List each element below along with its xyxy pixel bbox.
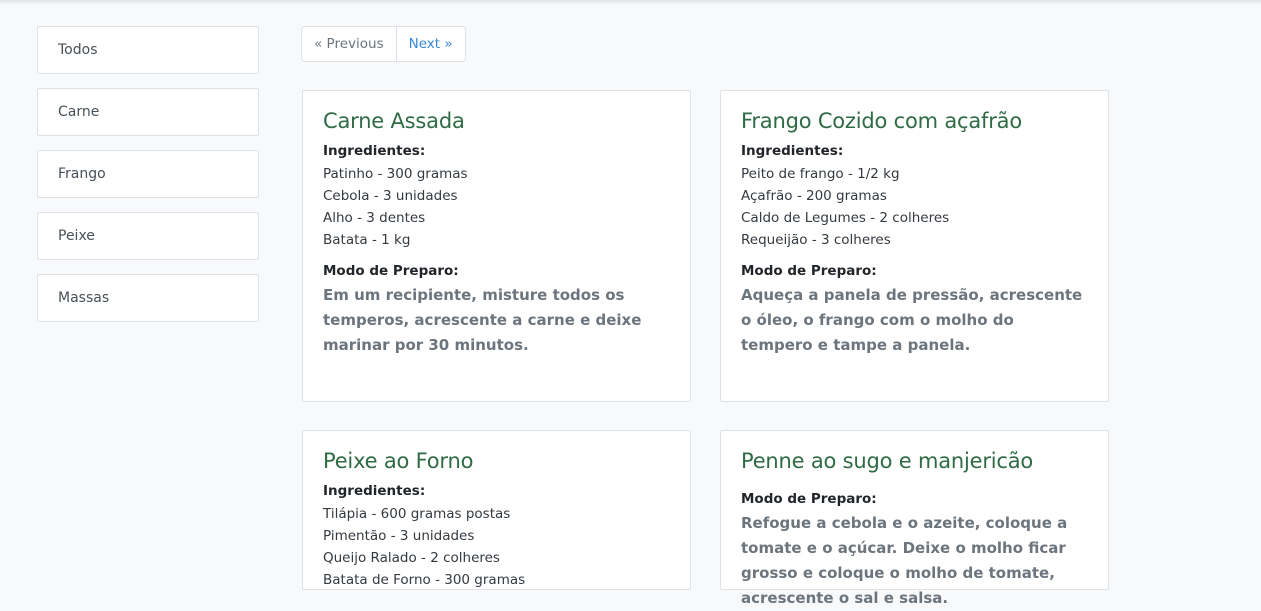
preparation-label: Modo de Preparo: (323, 263, 459, 279)
category-frango[interactable]: Frango (37, 150, 259, 198)
recipe-card: Penne ao sugo e manjericão Modo de Prepa… (720, 430, 1109, 607)
category-sidebar: Todos Carne Frango Peixe Massas (37, 26, 259, 336)
category-carne[interactable]: Carne (37, 88, 259, 136)
ingredient-item: Requeijão - 3 colheres (741, 232, 891, 248)
preparation-text: Aqueça a panela de pressão, acrescente o… (741, 286, 1083, 354)
ingredients-list: Peito de frango - 1/2 kg Açafrão - 200 g… (741, 163, 1088, 251)
recipe-title: Carne Assada (323, 109, 465, 133)
ingredients-label: Ingredientes: (741, 143, 844, 159)
category-massas[interactable]: Massas (37, 274, 259, 322)
recipe-title: Peixe ao Forno (323, 449, 474, 473)
preparation-text: Refogue a cebola e o azeite, coloque a t… (741, 514, 1068, 607)
recipe-card: Carne Assada Ingredientes: Patinho - 300… (302, 90, 691, 402)
ingredient-item: Açafrão - 200 gramas (741, 188, 887, 204)
ingredient-item: Queijo Ralado - 2 colheres (323, 550, 500, 566)
ingredients-list: Patinho - 300 gramas Cebola - 3 unidades… (323, 163, 670, 251)
ingredient-item: Tilápia - 600 gramas postas (323, 506, 511, 522)
ingredient-item: Batata - 1 kg (323, 232, 411, 248)
category-todos[interactable]: Todos (37, 26, 259, 74)
previous-page-button[interactable]: « Previous (302, 27, 397, 61)
ingredient-item: Patinho - 300 gramas (323, 166, 468, 182)
recipe-card: Peixe ao Forno Ingredientes: Tilápia - 6… (302, 430, 691, 590)
preparation-text: Em um recipiente, misture todos os tempe… (323, 286, 642, 354)
ingredient-item: Peito de frango - 1/2 kg (741, 166, 900, 182)
ingredient-item: Pimentão - 3 unidades (323, 528, 475, 544)
ingredients-label: Ingredientes: (323, 483, 426, 499)
ingredient-item: Cebola - 3 unidades (323, 188, 458, 204)
ingredient-item: Alho - 3 dentes (323, 210, 426, 226)
ingredient-item: Batata de Forno - 300 gramas (323, 572, 526, 588)
recipe-card: Frango Cozido com açafrão Ingredientes: … (720, 90, 1109, 402)
pagination: « Previous Next » (301, 26, 466, 62)
ingredients-label: Ingredientes: (323, 143, 426, 159)
top-shadow (0, 0, 1261, 5)
recipe-title: Frango Cozido com açafrão (741, 109, 1022, 133)
recipe-title: Penne ao sugo e manjericão (741, 449, 1034, 473)
preparation-label: Modo de Preparo: (741, 263, 877, 279)
preparation-label: Modo de Preparo: (741, 491, 877, 507)
category-peixe[interactable]: Peixe (37, 212, 259, 260)
ingredient-item: Caldo de Legumes - 2 colheres (741, 210, 950, 226)
next-page-button[interactable]: Next » (397, 27, 465, 61)
